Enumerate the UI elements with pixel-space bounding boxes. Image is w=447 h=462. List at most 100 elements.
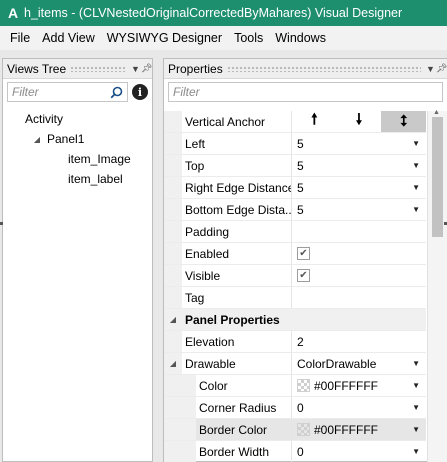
property-name: Elevation [182,331,292,352]
property-name: Bottom Edge Dista... [182,199,292,220]
views-filter-input[interactable] [12,85,110,99]
anchor-top-icon[interactable]: 🠕 [292,111,337,132]
search-icon[interactable] [110,85,123,99]
property-row-padding[interactable]: Padding [164,221,426,243]
properties-scrollbar[interactable]: ▲ [427,109,447,462]
property-name: Visible [182,265,292,286]
property-row-right-edge-distance[interactable]: Right Edge Distance 5 ▼ [164,177,426,199]
menu-wysiwyg-designer[interactable]: WYSIWYG Designer [101,31,228,45]
dropdown-arrow-icon[interactable]: ▼ [412,403,420,412]
property-value-top[interactable]: 5 ▼ [292,155,426,176]
window-title: h_items - (CLVNestedOriginalCorrectedByM… [24,6,403,20]
dropdown-arrow-icon[interactable]: ▼ [412,359,420,368]
property-name: Color [196,375,292,396]
properties-filter-input[interactable] [173,85,438,99]
menu-add-view[interactable]: Add View [36,31,101,45]
property-value-padding[interactable] [292,221,426,242]
scroll-up-icon[interactable]: ▲ [433,109,440,116]
dropdown-arrow-icon[interactable]: ▼ [412,447,420,456]
tree-node-label: Activity [25,112,64,126]
property-row-color[interactable]: Color #00FFFFFF ▼ [164,375,426,397]
properties-filter-box [168,82,443,102]
tree-node-item-image[interactable]: item_Image [3,149,152,169]
splitter-handle[interactable] [0,222,3,225]
color-swatch-icon [297,423,310,436]
property-row-drawable[interactable]: ◢ Drawable ColorDrawable ▼ [164,353,426,375]
property-name: Border Color [196,419,292,440]
property-name: Drawable [182,353,292,374]
anchor-bottom-icon[interactable]: 🠗 [337,111,382,132]
property-value-right-edge[interactable]: 5 ▼ [292,177,426,198]
expanded-arrow-icon[interactable]: ◢ [31,135,43,144]
property-name: Corner Radius [196,397,292,418]
property-name: Padding [182,221,292,242]
panel-menu-icon[interactable]: ▼ [130,64,141,74]
section-panel-properties[interactable]: ◢ Panel Properties [164,309,426,331]
collapse-arrow-icon[interactable]: ◢ [164,309,182,330]
dropdown-arrow-icon[interactable]: ▼ [412,205,420,214]
properties-filter-row [164,79,447,105]
app-icon: A [7,5,19,21]
menu-windows[interactable]: Windows [269,31,332,45]
property-value-elevation[interactable]: 2 [292,331,426,352]
property-name: Left [182,133,292,154]
property-row-left[interactable]: Left 5 ▼ [164,133,426,155]
views-tree-title: Views Tree [7,61,67,76]
info-icon[interactable]: i [132,84,148,100]
views-tree: Activity ◢ Panel1 item_Image item_label [3,105,152,189]
property-value-drawable[interactable]: ColorDrawable ▼ [292,353,426,374]
title-bar: A h_items - (CLVNestedOriginalCorrectedB… [0,0,447,26]
dropdown-arrow-icon[interactable]: ▼ [412,161,420,170]
panel-grip[interactable] [70,65,126,72]
anchor-both-icon[interactable]: ⭥ [381,111,427,132]
tree-node-activity[interactable]: Activity [3,109,152,129]
tree-node-label: item_Image [68,152,131,166]
scrollbar-thumb[interactable] [432,117,443,237]
properties-title: Properties [168,61,223,76]
views-filter-box [7,82,128,102]
property-value-left[interactable]: 5 ▼ [292,133,426,154]
property-row-elevation[interactable]: Elevation 2 [164,331,426,353]
color-swatch-icon [297,379,310,392]
dropdown-arrow-icon[interactable]: ▼ [412,425,420,434]
properties-header: Properties ▼ 📌︎ [164,59,447,79]
property-value-border-width[interactable]: 0 ▼ [292,441,426,462]
pin-icon[interactable]: 📌︎ [436,63,447,74]
collapse-arrow-icon[interactable]: ◢ [164,353,182,374]
views-tree-panel: Views Tree ▼ 📌︎ i Activity ◢ Panel1 item… [2,58,153,462]
property-row-top[interactable]: Top 5 ▼ [164,155,426,177]
property-row-visible[interactable]: Visible ✔ [164,265,426,287]
dropdown-arrow-icon[interactable]: ▼ [412,139,420,148]
property-value-bottom-edge[interactable]: 5 ▼ [292,199,426,220]
views-filter-row: i [3,79,152,105]
panel-menu-icon[interactable]: ▼ [425,64,436,74]
tree-node-panel1[interactable]: ◢ Panel1 [3,129,152,149]
property-value-color[interactable]: #00FFFFFF ▼ [292,375,426,396]
visible-checkbox[interactable]: ✔ [297,269,310,282]
pin-icon[interactable]: 📌︎ [141,63,152,74]
property-row-border-width[interactable]: Border Width 0 ▼ [164,441,426,462]
property-row-border-color[interactable]: Border Color #00FFFFFF ▼ [164,419,426,441]
tree-node-item-label[interactable]: item_label [3,169,152,189]
property-row-bottom-edge-distance[interactable]: Bottom Edge Dista... 5 ▼ [164,199,426,221]
menu-bar: File Add View WYSIWYG Designer Tools Win… [0,26,447,50]
section-title: Panel Properties [182,309,292,330]
menu-tools[interactable]: Tools [228,31,269,45]
property-name: Tag [182,287,292,308]
properties-panel: Properties ▼ 📌︎ Vertical Anchor 🠕 🠗 ⭥ Le… [163,58,447,462]
property-name: Top [182,155,292,176]
dropdown-arrow-icon[interactable]: ▼ [412,381,420,390]
tree-node-label: Panel1 [47,132,85,146]
enabled-checkbox[interactable]: ✔ [297,247,310,260]
property-row-enabled[interactable]: Enabled ✔ [164,243,426,265]
property-name: Border Width [196,441,292,462]
tree-node-label: item_label [68,172,123,186]
panel-grip[interactable] [226,65,421,72]
property-value-border-color[interactable]: #00FFFFFF ▼ [292,419,426,440]
menu-file[interactable]: File [4,31,36,45]
property-value-tag[interactable] [292,287,426,308]
property-row-tag[interactable]: Tag [164,287,426,309]
property-value-corner-radius[interactable]: 0 ▼ [292,397,426,418]
dropdown-arrow-icon[interactable]: ▼ [412,183,420,192]
property-row-corner-radius[interactable]: Corner Radius 0 ▼ [164,397,426,419]
